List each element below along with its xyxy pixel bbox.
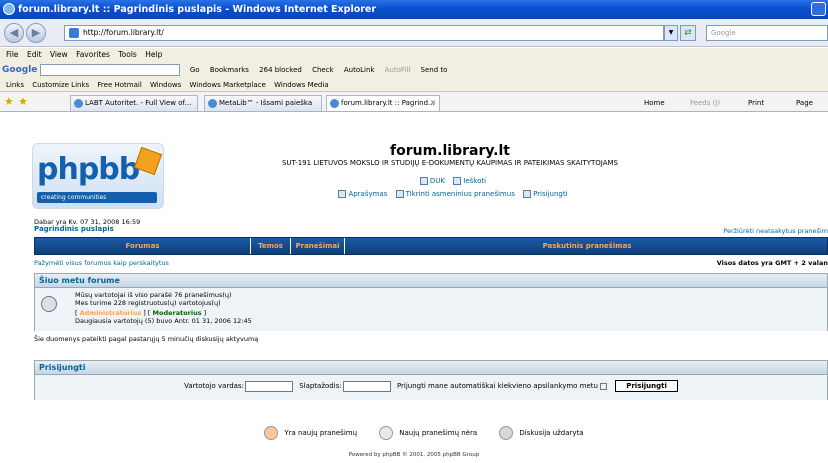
who-online-icon <box>41 296 57 312</box>
autofill-button[interactable]: AutoFill <box>385 66 411 74</box>
col-topics: Temos <box>251 238 291 254</box>
messages-icon <box>395 190 404 198</box>
link-hotmail[interactable]: Free Hotmail <box>97 81 141 89</box>
favorites-star-icon[interactable]: ★ <box>4 95 14 108</box>
faq-icon <box>419 177 428 185</box>
google-search-input[interactable] <box>39 64 180 76</box>
check-button[interactable]: Check <box>312 66 334 74</box>
who-line-2: Mes turime 228 registruotus(ų) vartotoju… <box>75 299 221 307</box>
col-forum: Forumas <box>35 238 251 254</box>
link-customize[interactable]: Customize Links <box>32 81 89 89</box>
locked-icon <box>499 426 514 440</box>
page-menu-button[interactable]: Page <box>796 95 813 111</box>
window-title: forum.library.lt :: Pagrindinis puslapis… <box>18 4 377 15</box>
bookmarks-button[interactable]: Bookmarks <box>210 66 249 74</box>
forward-button[interactable]: ▶ <box>26 23 46 43</box>
link-marketplace[interactable]: Windows Marketplace <box>190 81 266 89</box>
who-is-online: Šiuo metu forume Mūsų vartotojai iš viso… <box>34 273 828 331</box>
ie-icon <box>3 3 15 15</box>
window-close-button[interactable] <box>811 2 826 16</box>
no-new-posts-icon <box>379 426 394 440</box>
autologin-checkbox[interactable] <box>599 382 607 390</box>
links-bar: Links Customize Links Free Hotmail Windo… <box>0 78 828 92</box>
phpbb-logo[interactable]: phpbb creating communities <box>32 143 164 209</box>
menu-tools[interactable]: Tools <box>118 50 136 59</box>
close-tab-icon[interactable]: ✕ <box>430 96 436 111</box>
autologin-label: Prijungti mane automatiškai kiekvieno ap… <box>396 382 598 390</box>
password-field[interactable] <box>342 380 391 392</box>
activity-note: Šie duomenys pateikti pagal pastarųjų 5 … <box>34 335 259 343</box>
menu-help[interactable]: Help <box>145 50 162 59</box>
tab-labt[interactable]: LABT Autoritet. - Full View of... <box>70 95 198 111</box>
username-field[interactable] <box>244 380 293 392</box>
search-icon <box>453 177 462 185</box>
messages-link[interactable]: Tikrinti asmeninius pranešimus <box>406 190 515 198</box>
who-line-1: Mūsų vartotojai iš viso parašė 76 praneš… <box>75 291 232 299</box>
powered-by: Powered by phpBB © 2001, 2005 phpBB Grou… <box>348 452 480 458</box>
link-windows[interactable]: Windows <box>150 81 181 89</box>
nav-links: DUK Ieškoti <box>230 177 670 185</box>
unanswered-link[interactable]: Peržiūrėti neatsakytus pranešim <box>723 227 828 235</box>
tab-metalib[interactable]: MetaLib™ - Išsami paieška <box>204 95 322 111</box>
tab-bar: ★ ★ LABT Autoritet. - Full View of... Me… <box>0 92 828 112</box>
faq-link[interactable]: DUK <box>430 177 445 185</box>
login-panel: Prisijungti Vartotojo vardas: Slaptažodi… <box>34 360 828 400</box>
links-label: Links <box>6 81 24 89</box>
refresh-button[interactable]: ⇄ <box>680 25 696 41</box>
menu-view[interactable]: View <box>50 50 68 59</box>
link-media[interactable]: Windows Media <box>274 81 329 89</box>
window-titlebar: forum.library.lt :: Pagrindinis puslapis… <box>0 0 828 19</box>
nav-links-2: Aprašymas Tikrinti asmeninius pranešimus… <box>230 190 670 198</box>
site-title: forum.library.lt <box>389 143 510 159</box>
legend-moderator: Moderatorius <box>152 309 202 317</box>
url-dropdown-icon[interactable]: ▼ <box>664 25 678 41</box>
page-icon <box>69 28 79 38</box>
menu-edit[interactable]: Edit <box>27 50 42 59</box>
site-description: SUT-191 LIETUVOS MOKSLO IR STUDIJŲ E-DOK… <box>281 159 619 167</box>
popup-blocked-button[interactable]: 264 blocked <box>259 66 302 74</box>
home-button[interactable]: Home <box>644 95 665 111</box>
password-label: Slaptažodis: <box>299 382 342 390</box>
profile-link[interactable]: Aprašymas <box>348 190 387 198</box>
who-online-title[interactable]: Šiuo metu forume <box>35 274 827 288</box>
timezone-note: Visos datos yra GMT + 2 valan <box>716 259 828 267</box>
forum-page: phpbb creating communities forum.library… <box>0 113 828 463</box>
legend-admin: Administratorius <box>79 309 142 317</box>
forum-table-header: Forumas Temos Pranešimai Paskutinis pran… <box>34 237 828 255</box>
legend-locked: Diskusija uždaryta <box>519 429 584 437</box>
back-button[interactable]: ◀ <box>4 23 24 43</box>
google-go-button[interactable]: Go <box>190 66 200 74</box>
who-line-3: Daugiausia vartotojų (5) buvo Antr. 01 3… <box>75 317 252 325</box>
login-link[interactable]: Prisijungti <box>533 190 567 198</box>
menu-favorites[interactable]: Favorites <box>76 50 110 59</box>
col-posts: Pranešimai <box>291 238 345 254</box>
profile-icon <box>338 190 347 198</box>
login-icon <box>523 190 532 198</box>
url-field[interactable]: http://forum.library.lt/ <box>64 25 664 41</box>
breadcrumb[interactable]: Pagrindinis puslapis <box>34 225 114 233</box>
login-title: Prisijungti <box>35 361 827 375</box>
new-posts-icon <box>264 426 279 440</box>
menu-file[interactable]: File <box>6 50 19 59</box>
add-favorites-icon[interactable]: ★ <box>18 95 28 108</box>
legend-none: Naujų pranešimų nėra <box>399 429 478 437</box>
google-toolbar: Google Go Bookmarks 264 blocked Check Au… <box>0 62 828 78</box>
print-button[interactable]: Print <box>748 95 764 111</box>
autolink-button[interactable]: AutoLink <box>344 66 375 74</box>
feeds-button[interactable]: Feeds (J) <box>690 95 720 111</box>
col-last-post: Paskutinis pranešimas <box>542 242 632 250</box>
icon-legend: Yra naujų pranešimų Naujų pranešimų nėra… <box>0 426 828 440</box>
sendto-button[interactable]: Send to <box>421 66 448 74</box>
legend-new: Yra naujų pranešimų <box>284 429 358 437</box>
tab-forum[interactable]: forum.library.lt :: Pagrind... ✕ <box>326 95 440 111</box>
mark-read-link[interactable]: Pažymėti visus forumus kaip perskaitytus <box>34 259 169 267</box>
login-button[interactable]: Prisijungti <box>615 380 678 392</box>
google-logo: Google <box>2 65 38 75</box>
address-bar: ◀ ▶ http://forum.library.lt/ ▼ ⇄ Google <box>0 19 828 47</box>
username-label: Vartotojo vardas: <box>184 382 244 390</box>
search-input[interactable]: Google <box>706 25 828 41</box>
search-link[interactable]: Ieškoti <box>463 177 486 185</box>
menu-bar: File Edit View Favorites Tools Help <box>0 48 828 62</box>
